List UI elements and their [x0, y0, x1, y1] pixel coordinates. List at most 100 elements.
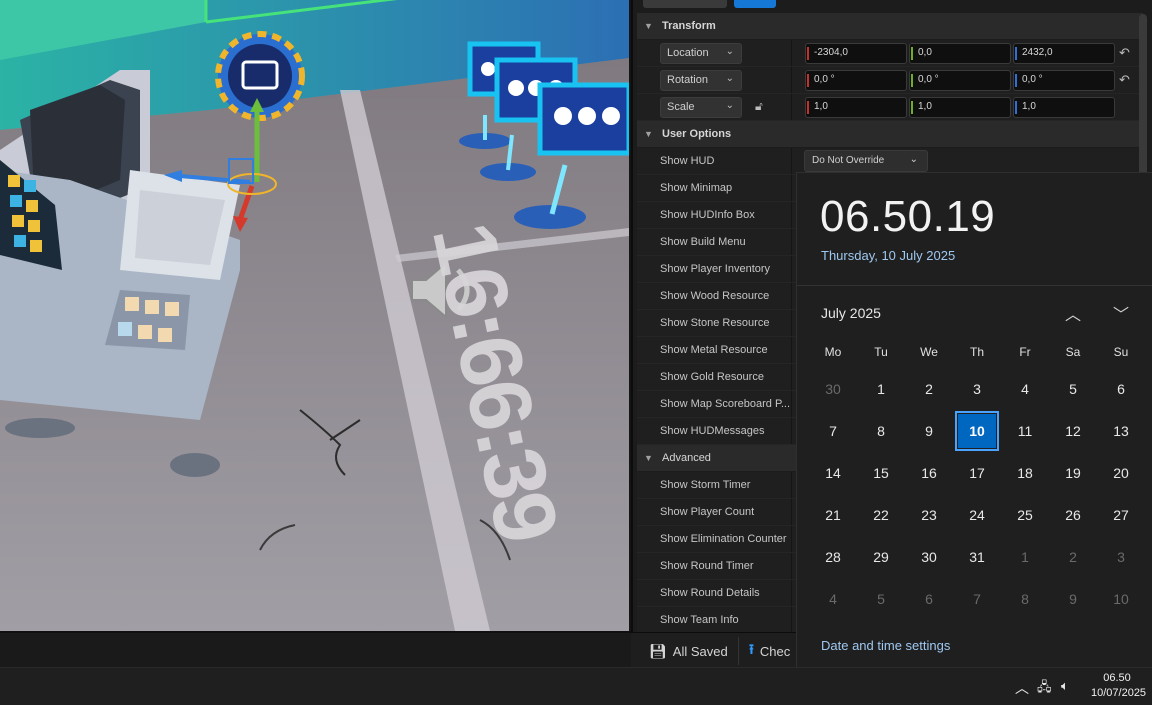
- calendar-day[interactable]: 9: [909, 413, 949, 449]
- calendar-day[interactable]: 1: [1005, 539, 1045, 575]
- rotation-dropdown[interactable]: Rotation ⌄: [660, 70, 742, 91]
- scale-y-field[interactable]: 1,0: [909, 97, 1011, 118]
- calendar-day[interactable]: 31: [957, 539, 997, 575]
- calendar-day[interactable]: 16: [909, 455, 949, 491]
- calendar-day[interactable]: 8: [861, 413, 901, 449]
- calendar-day[interactable]: 8: [1005, 581, 1045, 617]
- calendar-day-today[interactable]: 10: [955, 411, 999, 451]
- section-user-options[interactable]: ▼ User Options: [637, 121, 1143, 147]
- volume-icon[interactable]: 🔈︎: [1061, 678, 1069, 694]
- field-value: 2432,0: [1022, 47, 1053, 58]
- calendar-day[interactable]: 30: [813, 371, 853, 407]
- rotation-z-field[interactable]: 0,0 °: [1013, 70, 1115, 91]
- calendar-day[interactable]: 11: [1005, 413, 1045, 449]
- calendar-day[interactable]: 17: [957, 455, 997, 491]
- calendar-day[interactable]: 6: [1101, 371, 1141, 407]
- date-time-settings-link[interactable]: Date and time settings: [821, 638, 950, 653]
- location-x-field[interactable]: -2304,0: [805, 43, 907, 64]
- rotation-x-field[interactable]: 0,0 °: [805, 70, 907, 91]
- weekday-label: Sa: [1065, 345, 1081, 359]
- transform-row-scale: Scale ⌄ 🔓︎ 1,0 1,0 1,0: [637, 94, 1143, 121]
- option-label: Show Player Count: [660, 506, 755, 518]
- dropdown-label: Scale: [667, 101, 695, 113]
- all-saved-button[interactable]: 💾︎ All Saved: [649, 639, 728, 663]
- calendar-day[interactable]: 24: [957, 497, 997, 533]
- calendar-day[interactable]: 26: [1053, 497, 1093, 533]
- calendar-day[interactable]: 1: [861, 371, 901, 407]
- field-value: 1,0: [918, 101, 932, 112]
- calendar-day[interactable]: 20: [1101, 455, 1141, 491]
- section-title: User Options: [662, 128, 732, 140]
- reset-arrow-icon[interactable]: ↶: [1119, 45, 1130, 61]
- chevron-down-icon: ⌄: [725, 46, 734, 57]
- dropdown-label: Location: [667, 47, 709, 59]
- chevron-down-icon: ⌄: [725, 73, 734, 84]
- calendar-day[interactable]: 4: [1005, 371, 1045, 407]
- scale-dropdown[interactable]: Scale ⌄: [660, 97, 742, 118]
- option-row: Show HUD Do Not Override ⌄: [637, 148, 1143, 175]
- location-dropdown[interactable]: Location ⌄: [660, 43, 742, 64]
- calendar-day[interactable]: 7: [957, 581, 997, 617]
- scale-z-field[interactable]: 1,0: [1013, 97, 1115, 118]
- calendar-day[interactable]: 21: [813, 497, 853, 533]
- field-value: 1,0: [814, 101, 828, 112]
- taskbar-clock[interactable]: 06.50 10/07/2025: [1091, 671, 1146, 701]
- calendar-day[interactable]: 2: [909, 371, 949, 407]
- calendar-day[interactable]: 12: [1053, 413, 1093, 449]
- level-viewport[interactable]: 16:66:39: [0, 0, 629, 631]
- column-divider: [791, 472, 792, 498]
- calendar-day[interactable]: 7: [813, 413, 853, 449]
- calendar-day[interactable]: 22: [861, 497, 901, 533]
- calendar-day[interactable]: 23: [909, 497, 949, 533]
- weekday-label: Th: [969, 345, 984, 359]
- location-y-field[interactable]: 0,0: [909, 43, 1011, 64]
- calendar-day[interactable]: 14: [813, 455, 853, 491]
- check-in-label: Chec: [759, 643, 791, 659]
- lock-open-icon[interactable]: 🔓︎: [755, 99, 763, 114]
- section-transform[interactable]: ▼ Transform: [637, 13, 1143, 39]
- calendar-day[interactable]: 4: [813, 581, 853, 617]
- show-hud-dropdown[interactable]: Do Not Override ⌄: [804, 150, 928, 172]
- column-divider: [791, 337, 792, 363]
- calendar-day[interactable]: 27: [1101, 497, 1141, 533]
- calendar-day[interactable]: 28: [813, 539, 853, 575]
- scale-x-field[interactable]: 1,0: [805, 97, 907, 118]
- chevron-down-icon[interactable]: ﹀: [1109, 301, 1133, 325]
- top-button-left[interactable]: [643, 0, 727, 8]
- calendar-day[interactable]: 10: [1101, 581, 1141, 617]
- reset-arrow-icon[interactable]: ↶: [1119, 72, 1130, 88]
- column-divider: [791, 67, 792, 93]
- column-divider: [791, 418, 792, 444]
- taskbar-time: 06.50: [1103, 672, 1131, 684]
- location-z-field[interactable]: 2432,0: [1013, 43, 1115, 64]
- option-label: Show Elimination Counter: [660, 533, 787, 545]
- calendar-day[interactable]: 29: [861, 539, 901, 575]
- calendar-day[interactable]: 2: [1053, 539, 1093, 575]
- rotation-y-field[interactable]: 0,0 °: [909, 70, 1011, 91]
- option-label: Show HUDMessages: [660, 425, 765, 437]
- calendar-day[interactable]: 30: [909, 539, 949, 575]
- calendar-day[interactable]: 5: [861, 581, 901, 617]
- calendar-day[interactable]: 9: [1053, 581, 1093, 617]
- calendar-day[interactable]: 25: [1005, 497, 1045, 533]
- option-label: Show Gold Resource: [660, 371, 764, 383]
- chevron-up-icon[interactable]: ︿: [1061, 301, 1085, 325]
- dropdown-value: Do Not Override: [812, 155, 885, 166]
- calendar-day[interactable]: 18: [1005, 455, 1045, 491]
- calendar-day[interactable]: 13: [1101, 413, 1141, 449]
- calendar-day[interactable]: 6: [909, 581, 949, 617]
- current-long-date[interactable]: Thursday, 10 July 2025: [821, 248, 955, 263]
- show-hidden-icons-chevron-icon[interactable]: ︿: [1015, 678, 1029, 698]
- top-button-right[interactable]: [734, 0, 776, 8]
- section-title: Advanced: [662, 452, 711, 464]
- month-label[interactable]: July 2025: [821, 305, 881, 321]
- calendar-day[interactable]: 5: [1053, 371, 1093, 407]
- calendar-day[interactable]: 3: [1101, 539, 1141, 575]
- calendar-day[interactable]: 19: [1053, 455, 1093, 491]
- calendar-day[interactable]: 15: [861, 455, 901, 491]
- option-label: Show Map Scoreboard P...: [660, 398, 791, 410]
- check-in-button[interactable]: ⭱ Chec: [749, 639, 790, 663]
- network-icon[interactable]: 🖧︎: [1037, 678, 1052, 700]
- calendar-day[interactable]: 3: [957, 371, 997, 407]
- option-label: Show Minimap: [660, 182, 733, 194]
